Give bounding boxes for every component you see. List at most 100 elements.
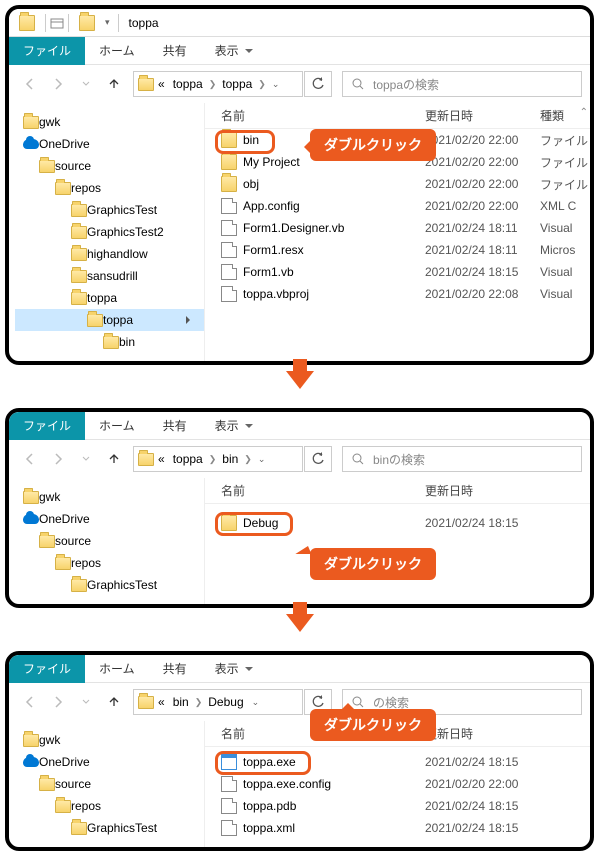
back-button[interactable] bbox=[17, 71, 43, 97]
tab-file[interactable]: ファイル bbox=[9, 412, 85, 440]
recent-dropdown[interactable] bbox=[73, 446, 99, 472]
file-type: XML C bbox=[540, 199, 590, 213]
file-row[interactable]: Form1.vb2021/02/24 18:15Visual bbox=[205, 261, 590, 283]
crumb[interactable]: toppa bbox=[169, 452, 207, 466]
tab-view[interactable]: 表示 bbox=[201, 37, 259, 65]
search-box[interactable]: binの検索 bbox=[342, 446, 582, 472]
folder-icon bbox=[221, 176, 237, 192]
up-button[interactable] bbox=[101, 689, 127, 715]
crumb[interactable]: Debug bbox=[204, 695, 247, 709]
back-button[interactable] bbox=[17, 446, 43, 472]
crumb[interactable]: « bbox=[154, 452, 169, 466]
col-date[interactable]: 更新日時 bbox=[425, 107, 540, 124]
tab-file[interactable]: ファイル bbox=[9, 37, 85, 65]
tab-share[interactable]: 共有 bbox=[149, 655, 201, 683]
col-name[interactable]: 名前 bbox=[205, 107, 425, 124]
tree-item[interactable]: repos bbox=[15, 177, 204, 199]
back-button[interactable] bbox=[17, 689, 43, 715]
tree-item[interactable]: toppa bbox=[15, 309, 204, 331]
tree-item[interactable]: OneDrive bbox=[15, 133, 204, 155]
nav-tree[interactable]: gwkOneDrivesourcereposGraphicsTest bbox=[9, 478, 204, 604]
tab-share[interactable]: 共有 bbox=[149, 37, 201, 65]
file-row[interactable]: obj2021/02/20 22:00ファイル bbox=[205, 173, 590, 195]
file-row[interactable]: toppa.exe.config2021/02/20 22:00 bbox=[205, 773, 590, 795]
file-date: 2021/02/24 18:15 bbox=[425, 516, 575, 530]
tab-view[interactable]: 表示 bbox=[201, 655, 259, 683]
forward-button[interactable] bbox=[45, 446, 71, 472]
file-row[interactable]: toppa.vbproj2021/02/20 22:08Visual bbox=[205, 283, 590, 305]
tree-item[interactable]: OneDrive bbox=[15, 508, 204, 530]
file-row[interactable]: toppa.pdb2021/02/24 18:15 bbox=[205, 795, 590, 817]
chevron-icon bbox=[186, 316, 194, 324]
address-dropdown-icon[interactable]: ⌄ bbox=[252, 697, 260, 708]
forward-button[interactable] bbox=[45, 689, 71, 715]
crumb[interactable]: bin bbox=[169, 695, 193, 709]
tab-home[interactable]: ホーム bbox=[85, 412, 149, 440]
tree-item[interactable]: GraphicsTest bbox=[15, 817, 204, 839]
tree-item[interactable]: gwk bbox=[15, 486, 204, 508]
tree-item[interactable]: GraphicsTest bbox=[15, 199, 204, 221]
tree-item[interactable]: gwk bbox=[15, 111, 204, 133]
chevron-right-icon[interactable]: ❯ bbox=[209, 79, 217, 90]
tree-item[interactable]: repos bbox=[15, 552, 204, 574]
tree-item[interactable]: repos bbox=[15, 795, 204, 817]
crumb[interactable]: « bbox=[154, 695, 169, 709]
ribbon-tabs: ファイル ホーム 共有 表示 bbox=[9, 412, 590, 440]
file-row[interactable]: Form1.Designer.vb2021/02/24 18:11Visual bbox=[205, 217, 590, 239]
recent-dropdown[interactable] bbox=[73, 689, 99, 715]
chevron-right-icon[interactable]: ❯ bbox=[244, 454, 252, 465]
address-bar[interactable]: « toppa ❯ bin ❯ ⌄ bbox=[133, 446, 303, 472]
file-row[interactable]: Form1.resx2021/02/24 18:11Micros bbox=[205, 239, 590, 261]
file-row[interactable]: App.config2021/02/20 22:00XML C bbox=[205, 195, 590, 217]
chevron-right-icon[interactable]: ❯ bbox=[209, 454, 217, 465]
crumb[interactable]: toppa bbox=[218, 77, 256, 91]
folder-icon bbox=[71, 292, 87, 305]
refresh-button[interactable] bbox=[304, 446, 332, 472]
tree-item[interactable]: toppa bbox=[15, 287, 204, 309]
col-name[interactable]: 名前 bbox=[205, 482, 425, 499]
file-name: toppa.xml bbox=[243, 821, 295, 835]
tab-home[interactable]: ホーム bbox=[85, 655, 149, 683]
tab-share[interactable]: 共有 bbox=[149, 412, 201, 440]
forward-button[interactable] bbox=[45, 71, 71, 97]
address-dropdown-icon[interactable]: ⌄ bbox=[258, 454, 266, 465]
file-row[interactable]: toppa.xml2021/02/24 18:15 bbox=[205, 817, 590, 839]
tree-item[interactable]: source bbox=[15, 773, 204, 795]
tree-item[interactable]: GraphicsTest bbox=[15, 574, 204, 596]
address-dropdown-icon[interactable]: ⌄ bbox=[272, 79, 280, 90]
address-bar[interactable]: « toppa ❯ toppa ❯ ⌄ bbox=[133, 71, 303, 97]
col-date[interactable]: 更新日時 bbox=[425, 725, 575, 742]
tree-item[interactable]: gwk bbox=[15, 729, 204, 751]
tree-item-label: repos bbox=[71, 799, 101, 813]
tree-item[interactable]: source bbox=[15, 155, 204, 177]
address-bar[interactable]: « bin ❯ Debug ⌄ bbox=[133, 689, 303, 715]
tree-item-label: repos bbox=[71, 181, 101, 195]
folder-icon bbox=[71, 579, 87, 592]
search-box[interactable]: toppaの検索 bbox=[342, 71, 582, 97]
tree-item[interactable]: sansudrill bbox=[15, 265, 204, 287]
tree-item[interactable]: bin bbox=[15, 331, 204, 353]
recent-dropdown[interactable] bbox=[73, 71, 99, 97]
tab-file[interactable]: ファイル bbox=[9, 655, 85, 683]
refresh-button[interactable] bbox=[304, 71, 332, 97]
crumb[interactable]: toppa bbox=[169, 77, 207, 91]
tab-home[interactable]: ホーム bbox=[85, 37, 149, 65]
file-type: Visual bbox=[540, 221, 590, 235]
up-button[interactable] bbox=[101, 71, 127, 97]
file-date: 2021/02/24 18:15 bbox=[425, 755, 575, 769]
tree-item[interactable]: source bbox=[15, 530, 204, 552]
tab-view[interactable]: 表示 bbox=[201, 412, 259, 440]
tree-item[interactable]: OneDrive bbox=[15, 751, 204, 773]
up-button[interactable] bbox=[101, 446, 127, 472]
toolbar-icon[interactable] bbox=[50, 16, 64, 30]
col-date[interactable]: 更新日時 bbox=[425, 482, 575, 499]
nav-tree[interactable]: gwkOneDrivesource repos GraphicsTestGraphi… bbox=[9, 103, 204, 361]
chevron-right-icon[interactable]: ❯ bbox=[258, 79, 266, 90]
tree-item[interactable]: GraphicsTest2 bbox=[15, 221, 204, 243]
nav-tree[interactable]: gwkOneDrivesource repos GraphicsTest bbox=[9, 721, 204, 847]
crumb[interactable]: « bbox=[154, 77, 169, 91]
chevron-right-icon[interactable]: ❯ bbox=[195, 697, 203, 708]
titlebar-dropdown-icon[interactable]: ▾ bbox=[105, 17, 110, 28]
tree-item[interactable]: highandlow bbox=[15, 243, 204, 265]
crumb[interactable]: bin bbox=[218, 452, 242, 466]
